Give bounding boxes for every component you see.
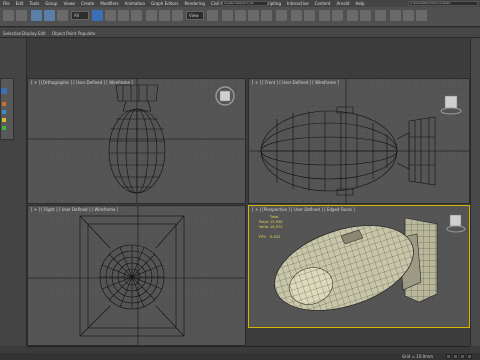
- tab-populate[interactable]: Populate: [78, 31, 95, 36]
- time-slider[interactable]: [27, 346, 470, 353]
- viewcube-icon[interactable]: [439, 93, 463, 117]
- undo-icon[interactable]: [3, 10, 14, 21]
- menu-content[interactable]: Content: [312, 0, 334, 7]
- move-icon[interactable]: [146, 10, 157, 21]
- unlink-icon[interactable]: [44, 10, 55, 21]
- rectangular-selection-icon[interactable]: [118, 10, 129, 21]
- select-by-name-icon[interactable]: [105, 10, 116, 21]
- window-crossing-icon[interactable]: [131, 10, 142, 21]
- viewport-perspective[interactable]: [ + ] [Perspective ] [ User Defined ] [ …: [248, 205, 470, 328]
- menu-create[interactable]: Create: [78, 0, 97, 7]
- menu-animation[interactable]: Animation: [122, 0, 148, 7]
- status-bar: Grid = 10.0mm: [0, 353, 480, 360]
- layer-explorer-icon[interactable]: [319, 10, 330, 21]
- command-panel: [470, 38, 480, 346]
- left-strip: [0, 38, 27, 346]
- camera-filter-icon[interactable]: [2, 126, 6, 130]
- render-production-icon[interactable]: [416, 10, 427, 21]
- tab-edit[interactable]: Edit: [38, 31, 46, 36]
- stats-verts: Verts: 16,972: [259, 225, 283, 230]
- percent-snap-icon[interactable]: [248, 10, 259, 21]
- shape-filter-icon[interactable]: [2, 110, 6, 114]
- menu-modifiers[interactable]: Modifiers: [97, 0, 121, 7]
- rotate-icon[interactable]: [159, 10, 170, 21]
- menu-arnold[interactable]: Arnold: [333, 0, 352, 7]
- menu-tools[interactable]: Tools: [26, 0, 42, 7]
- stats-fps-value: 0.452: [270, 235, 281, 239]
- stats-verts-value: 16,972: [270, 225, 283, 229]
- snaps-toggle-icon[interactable]: [222, 10, 233, 21]
- scene-explorer-toggle[interactable]: [1, 88, 7, 94]
- light-filter-icon[interactable]: [2, 118, 6, 122]
- zoom-extents-icon[interactable]: [453, 354, 458, 359]
- curve-editor-icon[interactable]: [347, 10, 358, 21]
- viewcube-icon[interactable]: [445, 212, 467, 234]
- redo-icon[interactable]: [16, 10, 27, 21]
- viewport-front[interactable]: [ + ] [ Front ] [ User Defined ] [ Wiref…: [248, 78, 470, 204]
- stats-fps: FPS: 0.452: [259, 235, 283, 240]
- menu-group[interactable]: Group: [42, 0, 60, 7]
- viewport-label-perspective[interactable]: [ + ] [Perspective ] [ User Defined ] [ …: [252, 207, 355, 212]
- select-object-icon[interactable]: [92, 10, 103, 21]
- grid-size-readout: Grid = 10.0mm: [402, 354, 433, 359]
- stats-fps-label: FPS:: [259, 235, 267, 239]
- render-setup-icon[interactable]: [390, 10, 401, 21]
- mirror-icon[interactable]: [291, 10, 302, 21]
- tab-display[interactable]: Display: [22, 31, 37, 36]
- menu-file[interactable]: File: [0, 0, 13, 7]
- main-toolbar: All View: [0, 7, 480, 27]
- play-icon[interactable]: [446, 354, 451, 359]
- scale-icon[interactable]: [172, 10, 183, 21]
- material-editor-icon[interactable]: [375, 10, 386, 21]
- link-icon[interactable]: [31, 10, 42, 21]
- graphite-toggle-icon[interactable]: [332, 10, 343, 21]
- viewport-label-orthographic[interactable]: [ + ] [Orthographic ] [ User Defined ] […: [31, 80, 133, 85]
- schematic-view-icon[interactable]: [360, 10, 371, 21]
- pivot-icon[interactable]: [207, 10, 218, 21]
- viewport-label-right[interactable]: [ + ] [ Right ] [ User Defined ] [ Wiref…: [31, 207, 118, 212]
- orbit-icon[interactable]: [460, 354, 465, 359]
- stats-verts-label: Verts:: [259, 225, 270, 229]
- viewcube-icon[interactable]: [214, 85, 236, 107]
- project-path-field[interactable]: C:\Users\Ncom\Documents: [408, 1, 478, 6]
- menu-views[interactable]: Views: [61, 0, 79, 7]
- viewport-label-front[interactable]: [ + ] [ Front ] [ User Defined ] [ Wiref…: [252, 80, 339, 85]
- reference-coordinate-dropdown[interactable]: View: [186, 11, 204, 20]
- menu-help[interactable]: Help: [352, 0, 367, 7]
- bind-space-warp-icon[interactable]: [57, 10, 68, 21]
- viewport-statistics: Total Polys: 15,938 Verts: 16,972 FPS: 0…: [259, 215, 283, 240]
- menu-rendering[interactable]: Rendering: [182, 0, 208, 7]
- named-selection-icon[interactable]: [276, 10, 287, 21]
- selection-filter-dropdown[interactable]: All: [71, 11, 89, 20]
- workspace-dropdown[interactable]: Create Selection Se: [222, 1, 268, 6]
- front-scene: [249, 79, 469, 203]
- tab-object-paint[interactable]: Object Paint: [52, 31, 76, 36]
- spinner-snap-icon[interactable]: [261, 10, 272, 21]
- menu-interactive[interactable]: Interactive: [284, 0, 312, 7]
- ribbon-bar: Selection Display Edit Object Paint Popu…: [0, 28, 480, 38]
- viewport-orthographic[interactable]: [ + ] [Orthographic ] [ User Defined ] […: [27, 78, 246, 204]
- angle-snap-icon[interactable]: [235, 10, 246, 21]
- menu-bar: File Edit Tools Group Views Create Modif…: [0, 0, 480, 7]
- align-icon[interactable]: [304, 10, 315, 21]
- app-window: File Edit Tools Group Views Create Modif…: [0, 0, 480, 360]
- menu-graph-editors[interactable]: Graph Editors: [148, 0, 181, 7]
- rendered-frame-icon[interactable]: [403, 10, 414, 21]
- menu-edit[interactable]: Edit: [13, 0, 27, 7]
- geometry-filter-icon[interactable]: [2, 102, 6, 106]
- maximize-viewport-icon[interactable]: [467, 354, 472, 359]
- viewport-right[interactable]: [ + ] [ Right ] [ User Defined ] [ Wiref…: [27, 205, 246, 346]
- right-scene: [28, 206, 245, 345]
- tab-selection[interactable]: Selection: [3, 31, 21, 36]
